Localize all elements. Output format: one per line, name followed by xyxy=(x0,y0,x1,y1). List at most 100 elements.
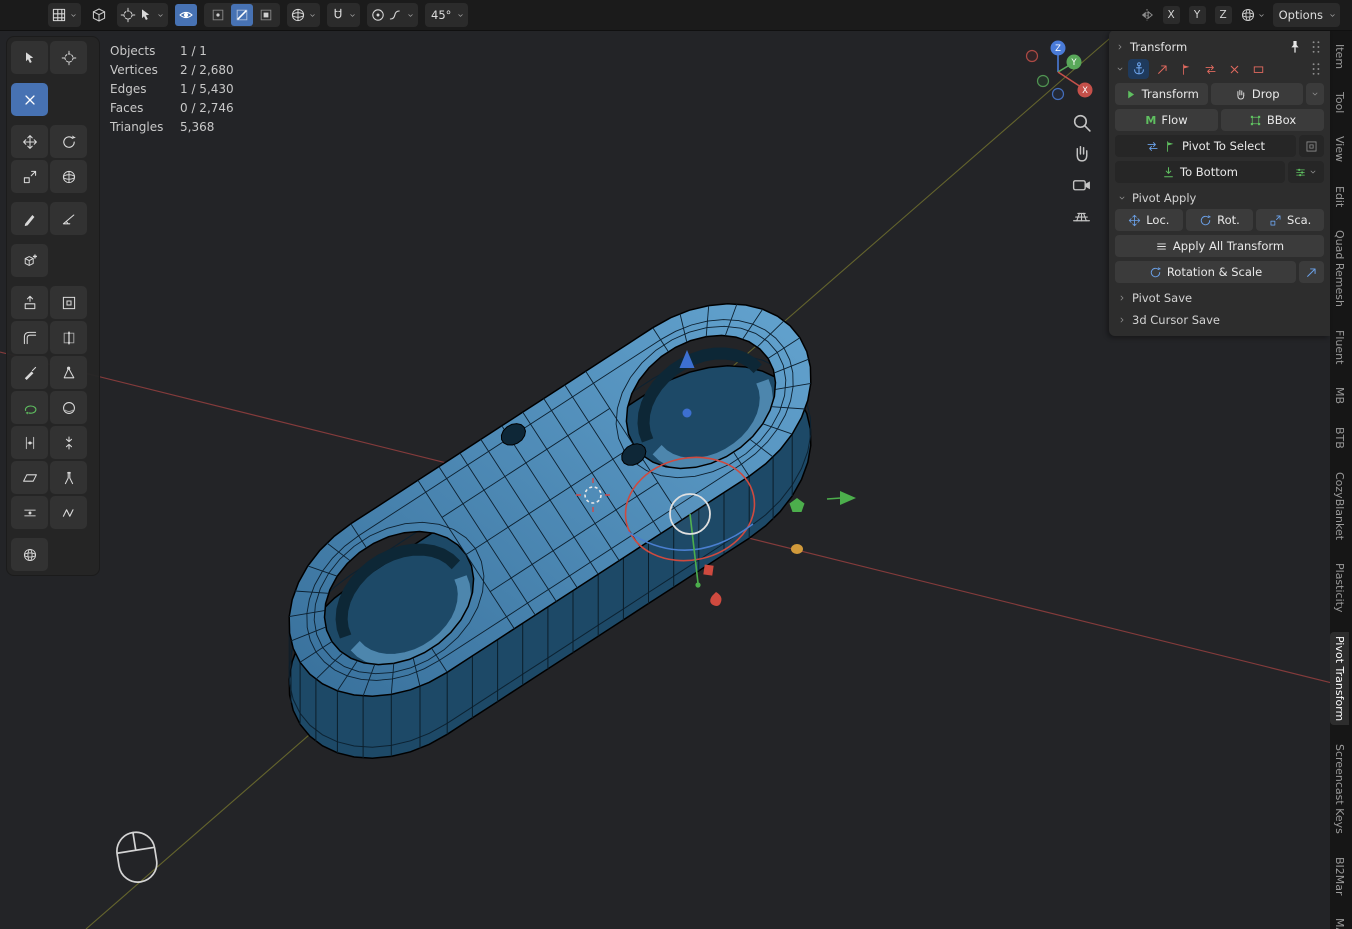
tool-knife[interactable] xyxy=(11,356,48,389)
orange-handle[interactable] xyxy=(791,544,803,554)
pan-hand-button[interactable] xyxy=(1071,143,1092,164)
mirror-y-button[interactable]: Y xyxy=(1189,6,1206,24)
tool-spin[interactable] xyxy=(11,391,48,424)
mode-selector-dropdown[interactable] xyxy=(117,3,168,27)
tab-quad-remesh[interactable]: Quad Remesh xyxy=(1330,226,1349,311)
tool-loop-cut[interactable] xyxy=(50,321,87,354)
tool-cursor[interactable] xyxy=(50,41,87,74)
mesh-object[interactable] xyxy=(289,304,811,758)
pivot-save-header[interactable]: Pivot Save xyxy=(1115,291,1324,305)
tool-inset-faces[interactable] xyxy=(50,286,87,319)
tool-poly-build[interactable] xyxy=(50,356,87,389)
tab-btb[interactable]: BTB xyxy=(1330,423,1349,453)
mode-icon-button[interactable] xyxy=(88,4,110,26)
chevron-down-icon[interactable] xyxy=(1115,64,1125,74)
blue-dot-handle[interactable] xyxy=(683,409,692,418)
tool-rip-region[interactable] xyxy=(50,461,87,494)
to-bottom-button[interactable]: To Bottom xyxy=(1115,161,1285,183)
tab-fluent[interactable]: Fluent xyxy=(1330,326,1349,368)
toggle-flag-button[interactable] xyxy=(1176,59,1197,79)
tab-mb[interactable]: MB xyxy=(1330,383,1349,408)
green-arrow-handle[interactable] xyxy=(827,491,856,505)
tool-shear[interactable] xyxy=(11,461,48,494)
tab-bi2mar[interactable]: BI2Mar xyxy=(1330,853,1349,900)
tab-pivot-transform[interactable]: Pivot Transform xyxy=(1330,632,1349,725)
tab-item[interactable]: Item xyxy=(1330,40,1349,73)
axis-neg-x-ball[interactable] xyxy=(1027,51,1038,62)
red-handle[interactable] xyxy=(703,564,713,575)
tool-extrude[interactable] xyxy=(11,286,48,319)
proportional-edit-controls[interactable] xyxy=(367,3,418,27)
apply-all-transform-button[interactable]: Apply All Transform xyxy=(1115,235,1324,257)
red-drop-handle[interactable] xyxy=(710,592,721,606)
face-select-button[interactable] xyxy=(255,4,277,26)
perspective-toggle-button[interactable] xyxy=(1071,205,1092,226)
grip-icon[interactable] xyxy=(1308,61,1324,77)
tool-active-select[interactable] xyxy=(11,83,48,116)
tool-scale[interactable] xyxy=(11,160,48,193)
tool-tweak[interactable] xyxy=(11,41,48,74)
tool-sphere-project[interactable] xyxy=(11,538,48,571)
to-bottom-options-button[interactable] xyxy=(1288,161,1324,183)
pivot-to-select-button[interactable]: Pivot To Select xyxy=(1115,135,1296,157)
pivot-apply-header[interactable]: Pivot Apply xyxy=(1115,191,1324,205)
flow-button[interactable]: M Flow xyxy=(1115,109,1218,131)
tool-measure[interactable] xyxy=(50,202,87,235)
tab-plasticity[interactable]: Plasticity xyxy=(1330,559,1349,616)
rotation-scale-extra-button[interactable] xyxy=(1299,261,1324,283)
xray-toggle-button[interactable] xyxy=(175,4,197,26)
transform-panel-header[interactable]: Transform xyxy=(1115,39,1324,55)
tab-view[interactable]: View xyxy=(1330,132,1349,166)
grip-icon[interactable] xyxy=(1308,39,1324,55)
tool-move[interactable] xyxy=(11,125,48,158)
toggle-swap-button[interactable] xyxy=(1200,59,1221,79)
zoom-button[interactable] xyxy=(1071,112,1092,133)
transform-button-label: Transform xyxy=(1142,87,1199,101)
bbox-button[interactable]: BBox xyxy=(1221,109,1324,131)
edge-select-button[interactable] xyxy=(231,4,253,26)
tool-annotate[interactable] xyxy=(11,202,48,235)
green-handle[interactable] xyxy=(790,498,805,512)
toggle-rect-button[interactable] xyxy=(1248,59,1269,79)
mirror-z-button[interactable]: Z xyxy=(1215,6,1232,24)
apply-sca-button[interactable]: Sca. xyxy=(1256,209,1324,231)
snap-controls[interactable] xyxy=(327,3,360,27)
vertex-select-button[interactable] xyxy=(207,4,229,26)
snap-target-button[interactable] xyxy=(1240,4,1266,26)
pivot-to-select-options-button[interactable] xyxy=(1299,135,1324,157)
tool-bevel[interactable] xyxy=(11,321,48,354)
axis-neg-z-ball[interactable] xyxy=(1053,89,1064,100)
editor-type-button[interactable] xyxy=(48,3,81,27)
tool-rotate[interactable] xyxy=(50,125,87,158)
tool-shrink-fatten[interactable] xyxy=(50,426,87,459)
tool-transform[interactable] xyxy=(50,160,87,193)
rotation-scale-button[interactable]: Rotation & Scale xyxy=(1115,261,1296,283)
options-dropdown[interactable]: Options xyxy=(1273,3,1340,27)
pin-icon[interactable] xyxy=(1287,39,1303,55)
tool-edge-slide[interactable] xyxy=(11,426,48,459)
transform-button[interactable]: Transform xyxy=(1115,83,1208,105)
mirror-x-button[interactable]: X xyxy=(1163,6,1180,24)
transform-options-dropdown[interactable] xyxy=(1306,83,1324,105)
angle-snap-dropdown[interactable]: 45° xyxy=(425,3,468,27)
anchor-toggle-button[interactable] xyxy=(1128,59,1149,79)
tab-tool[interactable]: Tool xyxy=(1330,88,1349,117)
camera-view-button[interactable] xyxy=(1071,174,1092,195)
axis-neg-y-ball[interactable] xyxy=(1038,76,1049,87)
apply-loc-button[interactable]: Loc. xyxy=(1115,209,1183,231)
tab-machin3[interactable]: MACHIN3 xyxy=(1330,914,1349,929)
toggle-cross-button[interactable] xyxy=(1224,59,1245,79)
drop-button[interactable]: Drop xyxy=(1211,83,1304,105)
tool-smooth[interactable] xyxy=(50,391,87,424)
tool-add-cube[interactable] xyxy=(11,244,48,277)
toggle-arrow-button[interactable] xyxy=(1152,59,1173,79)
tab-cozyblanket[interactable]: CozyBlanket xyxy=(1330,468,1349,544)
apply-rot-button[interactable]: Rot. xyxy=(1186,209,1254,231)
transform-orientation-dropdown[interactable] xyxy=(287,3,320,27)
tool-rip-edge[interactable] xyxy=(50,496,87,529)
tool-vertex-slide[interactable] xyxy=(11,496,48,529)
tab-screencast-keys[interactable]: Screencast Keys xyxy=(1330,740,1349,838)
cursor-save-header[interactable]: 3d Cursor Save xyxy=(1115,313,1324,327)
axis-navigation-gizmo[interactable]: Z Y X xyxy=(1022,32,1096,106)
tab-edit[interactable]: Edit xyxy=(1330,182,1349,211)
